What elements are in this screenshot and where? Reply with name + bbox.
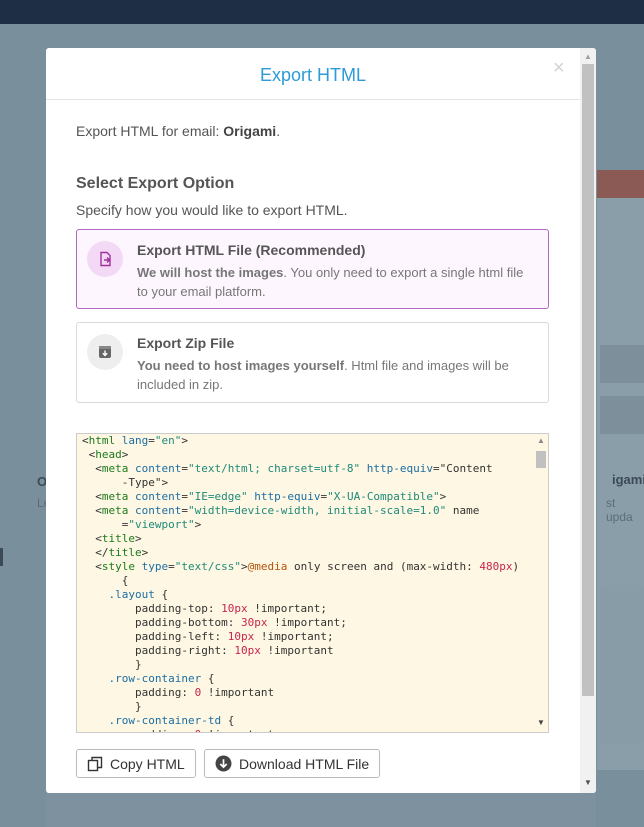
modal-header: Export HTML × <box>46 48 580 100</box>
option-description: You need to host images yourself. Html f… <box>137 356 537 394</box>
scroll-up-arrow-icon[interactable]: ▲ <box>584 52 592 61</box>
option-description-bold: We will host the images <box>137 265 284 280</box>
export-option-html-file[interactable]: Export HTML File (Recommended) We will h… <box>76 229 549 309</box>
modal-scrollbar[interactable]: ▲ ▼ <box>580 48 596 793</box>
export-intro: Export HTML for email: Origami. <box>76 123 280 139</box>
code-line: <meta content="IE=edge" http-equiv="X-UA… <box>82 490 447 503</box>
code-line: padding-top: 10px !important; <box>82 602 328 615</box>
intro-suffix: . <box>276 123 281 139</box>
scroll-up-arrow-icon[interactable]: ▲ <box>537 436 545 445</box>
code-scrollbar[interactable]: ▲ ▼ <box>533 434 548 732</box>
export-file-icon <box>87 241 123 277</box>
code-line: <meta content="text/html; charset=utf-8"… <box>82 462 493 475</box>
code-line: { <box>82 574 129 587</box>
section-title: Select Export Option <box>76 175 235 192</box>
background-bottom-area <box>46 792 596 827</box>
code-line: <meta content="width=device-width, initi… <box>82 504 480 517</box>
scroll-down-arrow-icon[interactable]: ▼ <box>584 778 592 787</box>
code-line: .row-container { <box>108 672 215 685</box>
close-button[interactable]: × <box>553 58 565 78</box>
export-option-zip-file[interactable]: Export Zip File You need to host images … <box>76 322 549 403</box>
copy-html-label: Copy HTML <box>110 755 185 772</box>
download-html-button[interactable]: Download HTML File <box>204 749 381 778</box>
code-line: </title> <box>82 546 149 559</box>
section-subtitle: Specify how you would like to export HTM… <box>76 202 348 218</box>
option-title: Export HTML File (Recommended) <box>137 242 366 258</box>
code-line: ="viewport"> <box>82 518 202 531</box>
code-line: } <box>82 658 142 671</box>
code-line: } <box>82 700 142 713</box>
option-title: Export Zip File <box>137 335 235 351</box>
code-line: <head> <box>82 448 129 461</box>
code-line: padding-bottom: 30px !important; <box>82 616 347 629</box>
code-line: padding: 0 !important; <box>82 728 532 732</box>
code-line: <style type="text/css">@media only scree… <box>82 560 520 573</box>
background-card <box>600 585 644 745</box>
option-description-bold: You need to host images yourself <box>137 358 345 373</box>
background-marker <box>0 548 3 566</box>
copy-html-button[interactable]: Copy HTML <box>76 749 196 778</box>
html-code-preview[interactable]: <html lang="en"> <head> <meta content="t… <box>76 433 549 733</box>
option-description: We will host the images. You only need t… <box>137 263 537 301</box>
code-line: .layout { <box>108 588 169 601</box>
scroll-down-arrow-icon[interactable]: ▼ <box>537 718 545 727</box>
code-line: padding-right: 10px !important <box>82 644 334 657</box>
export-html-modal: Export HTML × Export HTML for email: Ori… <box>46 48 596 793</box>
modal-scroll-thumb[interactable] <box>582 64 594 696</box>
download-icon <box>215 755 232 772</box>
copy-icon <box>87 756 103 772</box>
html-code: <html lang="en"> <head> <meta content="t… <box>82 434 532 732</box>
background-strip <box>597 170 644 198</box>
code-scroll-thumb[interactable] <box>536 451 546 468</box>
background-right-title: igami <box>612 472 644 487</box>
archive-icon <box>87 334 123 370</box>
download-html-label: Download HTML File <box>239 755 370 772</box>
code-line: -Type"> <box>82 476 169 489</box>
code-line: <title> <box>82 532 142 545</box>
email-name: Origami <box>223 123 277 139</box>
intro-prefix: Export HTML for email: <box>76 123 224 139</box>
code-line: padding-left: 10px !important; <box>82 630 334 643</box>
background-thumbnail <box>600 396 644 434</box>
background-topbar <box>0 0 644 24</box>
code-line: <html lang="en"> <box>82 434 188 447</box>
background-right-subtitle: st upda <box>606 496 633 524</box>
background-thumbnail <box>600 345 644 383</box>
modal-title: Export HTML <box>259 65 367 85</box>
code-line: .row-container-td { <box>108 714 235 727</box>
code-line: padding: 0 !important <box>82 686 275 699</box>
